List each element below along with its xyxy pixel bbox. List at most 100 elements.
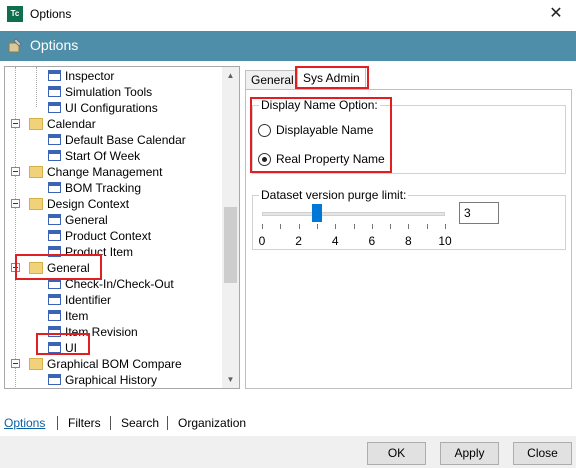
tree-folder[interactable]: Calendar — [5, 116, 225, 132]
node-icon — [48, 326, 61, 337]
tree-folder[interactable]: Design Context — [5, 196, 225, 212]
tree-item[interactable]: General — [5, 212, 225, 228]
tree-item-label: Graphical History — [65, 373, 158, 387]
tree-item[interactable]: Graphical History — [5, 372, 225, 388]
node-icon — [48, 342, 61, 353]
dialog-footer: OK Apply Close — [0, 436, 576, 468]
collapse-icon[interactable] — [11, 359, 20, 368]
tree-item[interactable]: UI — [5, 340, 225, 356]
node-icon — [48, 310, 61, 321]
link-organization[interactable]: Organization — [178, 414, 246, 432]
tree-folder[interactable]: General — [5, 260, 225, 276]
tree-item[interactable]: Check-In/Check-Out — [5, 276, 225, 292]
teamcenter-app-icon: Tc — [7, 6, 23, 22]
real-property-name-label[interactable]: Real Property Name — [276, 152, 385, 166]
tree-scrollbar[interactable]: ▲ ▼ — [222, 67, 239, 388]
node-icon — [48, 294, 61, 305]
slider-tick — [445, 224, 446, 229]
tab-general[interactable]: General — [245, 70, 300, 90]
tree-item[interactable]: Product Item — [5, 244, 225, 260]
scroll-thumb[interactable] — [224, 207, 237, 283]
tree-item-label: Product Context — [65, 229, 152, 243]
tree-item[interactable]: Inspector — [5, 68, 225, 84]
folder-icon — [29, 358, 43, 370]
tree-item[interactable]: Item Revision — [5, 324, 225, 340]
tree-item-label: Design Context — [47, 197, 130, 211]
tree-item-label: BOM Tracking — [65, 181, 142, 195]
tree-item-label: Start Of Week — [65, 149, 141, 163]
tree-item[interactable]: Identifier — [5, 292, 225, 308]
tree-item-label: Graphical BOM Compare — [47, 357, 182, 371]
tree-item-label: UI — [65, 341, 77, 355]
collapse-icon[interactable] — [11, 119, 20, 128]
tree-item[interactable]: Item — [5, 308, 225, 324]
displayable-name-label[interactable]: Displayable Name — [276, 123, 373, 137]
options-header: Options — [0, 31, 576, 61]
scroll-down-arrow-icon[interactable]: ▼ — [222, 371, 239, 388]
node-icon — [48, 214, 61, 225]
ok-button[interactable]: OK — [367, 442, 426, 465]
slider-tick — [353, 224, 355, 229]
tree-folder[interactable]: Graphical BOM Compare — [5, 356, 225, 372]
tree-item[interactable]: Default Base Calendar — [5, 132, 225, 148]
tree-item-label: Product Item — [65, 245, 134, 259]
display-name-group-title: Display Name Option: — [259, 98, 380, 112]
link-search[interactable]: Search — [121, 414, 159, 432]
slider-tick-label: 10 — [438, 234, 452, 248]
slider-tick — [335, 224, 337, 229]
node-icon — [48, 70, 61, 81]
close-button[interactable]: Close — [513, 442, 572, 465]
options-tree[interactable]: Inspector Simulation Tools UI Configurat… — [4, 66, 240, 389]
tree-item-label: UI Configurations — [65, 101, 158, 115]
node-icon — [48, 182, 61, 193]
title-bar: Tc Options ✕ — [0, 0, 576, 30]
tree-item[interactable]: Product Context — [5, 228, 225, 244]
node-icon — [48, 102, 61, 113]
tree-folder[interactable]: Change Management — [5, 164, 225, 180]
tree-item-label: Default Base Calendar — [65, 133, 186, 147]
purge-limit-input[interactable]: 3 — [459, 202, 499, 224]
tree-item-label: Calendar — [47, 117, 96, 131]
slider-tick-label: 4 — [331, 234, 339, 248]
slider-tick-label: 6 — [368, 234, 376, 248]
window-title: Options — [30, 7, 72, 21]
node-icon — [48, 246, 61, 257]
collapse-icon[interactable] — [11, 167, 20, 176]
link-filters[interactable]: Filters — [68, 414, 101, 432]
tree-item-label: Check-In/Check-Out — [65, 277, 174, 291]
link-options[interactable]: Options — [4, 414, 45, 432]
node-icon — [48, 230, 61, 241]
slider-tick — [408, 224, 410, 229]
link-separator — [167, 416, 168, 430]
collapse-icon[interactable] — [11, 199, 20, 208]
dataset-purge-group-title: Dataset version purge limit: — [259, 188, 409, 202]
collapse-icon[interactable] — [11, 263, 20, 272]
close-window-button[interactable]: ✕ — [544, 3, 568, 25]
tree-item[interactable]: BOM Tracking — [5, 180, 225, 196]
slider-tick — [371, 224, 373, 229]
header-title: Options — [30, 37, 79, 53]
folder-icon — [29, 118, 43, 130]
folder-icon — [29, 198, 43, 210]
slider-ticks — [262, 224, 449, 230]
link-separator — [110, 416, 111, 430]
real-property-name-radio[interactable] — [258, 153, 271, 166]
node-icon — [48, 134, 61, 145]
tree-item-label: Item — [65, 309, 89, 323]
slider-tick-label: 2 — [295, 234, 302, 248]
tree-item[interactable]: UI Configurations — [5, 100, 225, 116]
tab-sys-admin[interactable]: Sys Admin — [297, 66, 366, 90]
options-icon — [8, 38, 22, 53]
displayable-name-radio[interactable] — [258, 124, 271, 137]
node-icon — [48, 150, 61, 161]
tree-item-label: General — [47, 261, 90, 275]
tree-item[interactable]: Simulation Tools — [5, 84, 225, 100]
tree-item[interactable]: Start Of Week — [5, 148, 225, 164]
slider-tick — [426, 224, 428, 229]
purge-limit-slider-track[interactable] — [262, 212, 445, 216]
scroll-up-arrow-icon[interactable]: ▲ — [222, 67, 239, 84]
tree-item-label: Identifier — [65, 293, 112, 307]
purge-limit-slider-thumb[interactable] — [311, 204, 322, 222]
apply-button[interactable]: Apply — [440, 442, 499, 465]
link-separator — [57, 416, 58, 430]
